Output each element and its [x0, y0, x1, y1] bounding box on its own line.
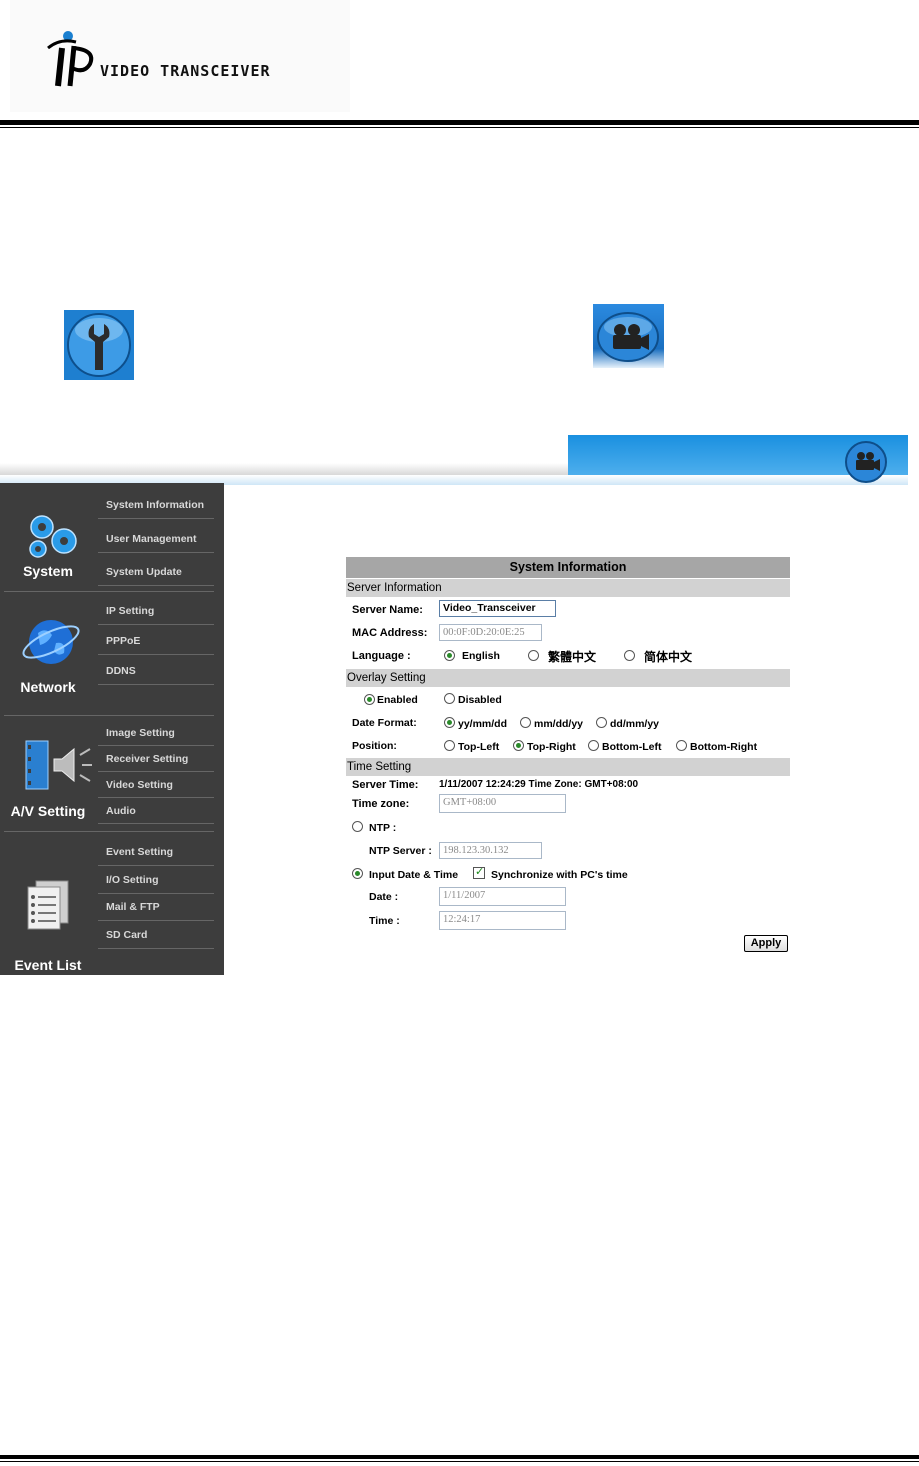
ntp-server-input[interactable]: 198.123.30.132: [439, 842, 542, 859]
input-date-time-label: Input Date & Time: [369, 869, 459, 881]
sidebar-item-video-setting[interactable]: Video Setting: [98, 772, 214, 798]
date-input[interactable]: 1/11/2007: [439, 887, 566, 906]
language-english-radio[interactable]: [444, 650, 455, 661]
position-bottom-right-radio[interactable]: [676, 740, 687, 751]
document-logo: VIDEO TRANSCEIVER: [10, 0, 350, 112]
nav-group-event: Event List Event Setting I/O Setting Mai…: [0, 833, 224, 975]
position-top-left-radio[interactable]: [444, 740, 455, 751]
sidebar-item-system-information[interactable]: System Information: [98, 491, 214, 519]
server-name-input[interactable]: Video_Transceiver: [439, 600, 556, 617]
sidebar-item-pppoe[interactable]: PPPoE: [98, 627, 214, 655]
date-format-ddmmyy-radio[interactable]: [596, 717, 607, 728]
footer-rule-thin: [0, 1461, 919, 1462]
sidebar-item-audio[interactable]: Audio: [98, 798, 214, 824]
server-name-label: Server Name:: [352, 604, 423, 616]
globe-icon: [22, 620, 80, 664]
nav-group-title-av: A/V Setting: [10, 803, 86, 819]
date-format-mmddyy-label: mm/dd/yy: [534, 718, 584, 730]
ntp-radio[interactable]: [352, 821, 363, 832]
sidebar-item-user-management[interactable]: User Management: [98, 525, 214, 553]
nav-group-system: System System Information User Managemen…: [0, 483, 224, 591]
movie-camera-icon: [593, 304, 664, 368]
date-format-mmddyy-radio[interactable]: [520, 717, 531, 728]
film-speaker-icon: [25, 740, 92, 790]
time-label: Time :: [369, 915, 400, 927]
position-top-right-label: Top-Right: [527, 741, 576, 753]
date-format-label: Date Format:: [352, 717, 417, 729]
nav-group-av: A/V Setting Image Setting Receiver Setti…: [0, 717, 224, 829]
ntp-server-label: NTP Server :: [369, 845, 432, 857]
section-time-setting: Time Setting: [346, 758, 790, 776]
system-information-panel: System Information Server Information Se…: [346, 557, 790, 957]
time-zone-label: Time zone:: [352, 798, 410, 810]
sync-pc-time-label: Synchronize with PC's time: [491, 869, 628, 881]
top-banner: [0, 435, 908, 485]
input-date-time-radio[interactable]: [352, 868, 363, 879]
sidebar: System System Information User Managemen…: [0, 483, 224, 975]
sidebar-item-image-setting[interactable]: Image Setting: [98, 720, 214, 746]
position-top-left-label: Top-Left: [458, 741, 500, 753]
nav-group-title-network: Network: [20, 679, 76, 695]
nav-group-title-event: Event List: [14, 957, 82, 973]
sidebar-item-mail-ftp[interactable]: Mail & FTP: [98, 893, 214, 921]
sync-pc-time-checkbox[interactable]: [473, 865, 485, 879]
overlay-enabled-label: Enabled: [377, 694, 418, 706]
date-label: Date :: [369, 891, 399, 903]
section-server-information: Server Information: [346, 579, 790, 597]
language-simplified-chinese-label: 简体中文: [644, 650, 693, 664]
mac-address-field: 00:0F:0D:20:0E:25: [439, 624, 542, 641]
nav-group-network: Network IP Setting PPPoE DDNS: [0, 593, 224, 711]
position-top-right-radio[interactable]: [513, 740, 524, 751]
sidebar-item-sd-card[interactable]: SD Card: [98, 921, 214, 949]
wrench-icon: [64, 310, 134, 380]
position-bottom-right-label: Bottom-Right: [690, 741, 758, 753]
overlay-disabled-radio[interactable]: [444, 693, 455, 704]
language-traditional-chinese-label: 繁體中文: [548, 650, 597, 664]
time-input[interactable]: 12:24:17: [439, 911, 566, 930]
header-rule-thin: [0, 127, 919, 128]
sidebar-item-receiver-setting[interactable]: Receiver Setting: [98, 746, 214, 772]
sidebar-item-ddns[interactable]: DDNS: [98, 657, 214, 685]
event-list-icon: [27, 880, 69, 930]
language-english-label: English: [462, 650, 500, 662]
sidebar-item-event-setting[interactable]: Event Setting: [98, 838, 214, 866]
mac-address-label: MAC Address:: [352, 627, 428, 639]
header-rule: [0, 120, 919, 125]
nav-group-title-system: System: [23, 563, 73, 579]
sidebar-item-ip-setting[interactable]: IP Setting: [98, 597, 214, 625]
panel-title: System Information: [346, 557, 790, 578]
logo-text: VIDEO TRANSCEIVER: [100, 62, 271, 80]
position-label: Position:: [352, 740, 397, 752]
date-format-yymmdd-label: yy/mm/dd: [458, 718, 508, 730]
footer-rule: [0, 1455, 919, 1459]
date-format-yymmdd-radio[interactable]: [444, 717, 455, 728]
position-bottom-left-label: Bottom-Left: [602, 741, 662, 753]
server-time-label: Server Time:: [352, 779, 419, 791]
sidebar-item-io-setting[interactable]: I/O Setting: [98, 866, 214, 894]
language-simplified-chinese-radio[interactable]: [624, 650, 635, 661]
overlay-enabled-radio[interactable]: [364, 694, 375, 705]
overlay-disabled-label: Disabled: [458, 694, 502, 706]
time-zone-field[interactable]: GMT+08:00: [439, 794, 566, 813]
language-label: Language :: [352, 650, 411, 662]
language-traditional-chinese-radio[interactable]: [528, 650, 539, 661]
date-format-ddmmyy-label: dd/mm/yy: [610, 718, 660, 730]
position-bottom-left-radio[interactable]: [588, 740, 599, 751]
apply-button[interactable]: Apply: [744, 935, 788, 952]
camera-icon: [845, 441, 887, 483]
ip-logo-icon: [47, 31, 94, 87]
server-time-value: 1/11/2007 12:24:29 Time Zone: GMT+08:00: [439, 779, 639, 790]
sidebar-item-system-update[interactable]: System Update: [98, 558, 214, 586]
gears-icon: [29, 515, 77, 558]
ntp-label: NTP :: [369, 822, 397, 834]
section-overlay-setting: Overlay Setting: [346, 669, 790, 687]
